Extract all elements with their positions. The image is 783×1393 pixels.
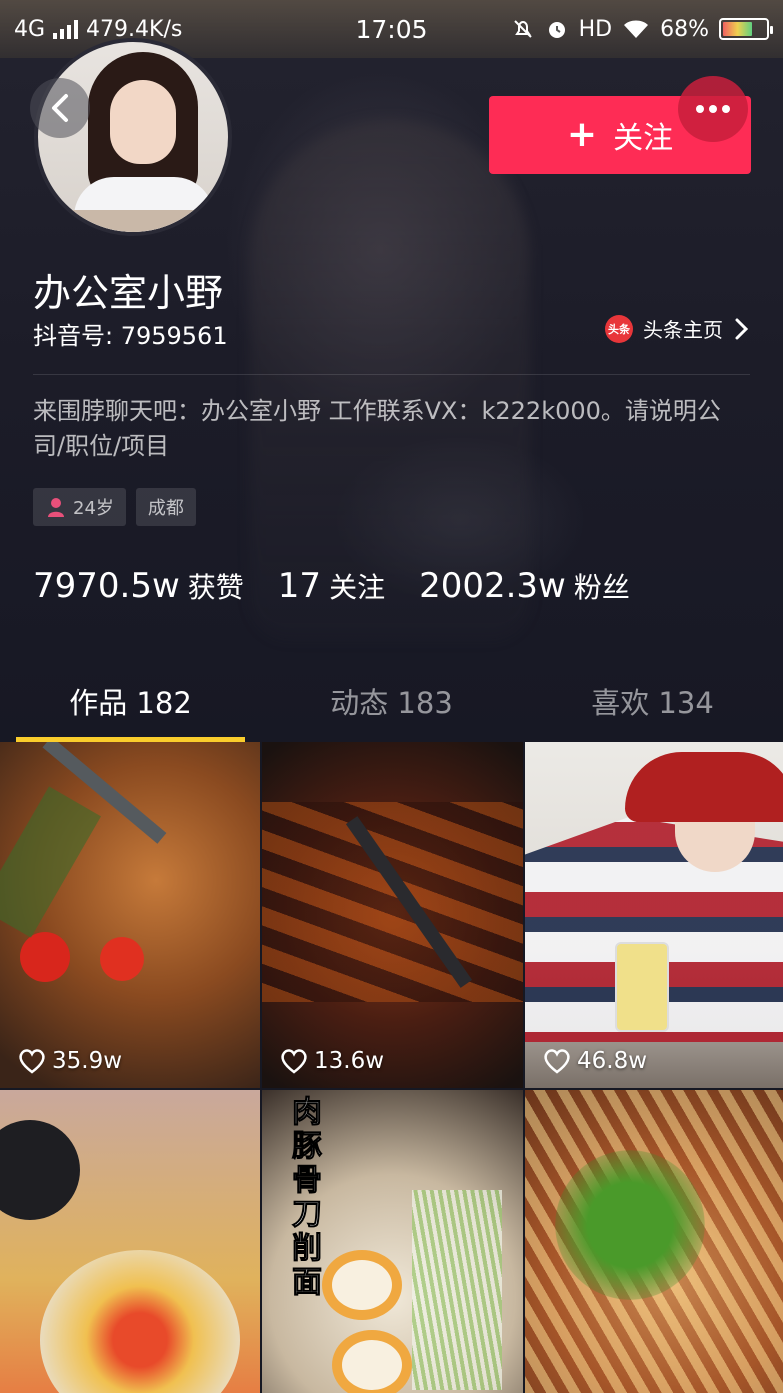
likes-count: 35.9w: [52, 1048, 123, 1074]
follow-label: 关注: [613, 121, 674, 156]
tab-posts[interactable]: 动态 183: [261, 660, 522, 742]
video-thumbnail[interactable]: 肉豚骨刀削面: [262, 1090, 523, 1393]
likes-count: 46.8w: [577, 1048, 648, 1074]
stat-followers[interactable]: 2002.3w 粉丝: [419, 566, 630, 606]
background-photo: [250, 120, 530, 640]
more-dot: [709, 105, 717, 113]
age-label: 24岁: [73, 498, 114, 519]
likes-count: 13.6w: [314, 1048, 385, 1074]
profile-stats: 7970.5w 获赞 17 关注 2002.3w 粉丝: [33, 566, 630, 606]
heart-icon: [544, 1049, 570, 1074]
toutiao-logo-icon: 头条: [605, 314, 633, 343]
profile-tags: 24岁 成都: [33, 488, 196, 526]
wifi-icon: [624, 20, 649, 38]
toutiao-label: 头条主页: [643, 318, 723, 342]
status-right: HD 68%: [511, 16, 773, 42]
divider: [33, 374, 750, 375]
network-type: 4G: [14, 16, 46, 42]
city-label: 成都: [147, 498, 184, 519]
status-left: 4G 479.4K/s: [14, 17, 182, 42]
back-button[interactable]: [30, 78, 90, 138]
stat-number: 2002.3w: [419, 566, 566, 606]
toutiao-link[interactable]: 头条 头条主页: [605, 314, 749, 343]
age-tag: 24岁: [33, 488, 126, 526]
video-likes: 46.8w: [543, 1048, 647, 1074]
stat-number: 7970.5w: [33, 566, 180, 606]
stat-following[interactable]: 17 关注: [278, 566, 385, 606]
tab-works[interactable]: 作品 182: [0, 660, 261, 742]
profile-bio: 来围脖聊天吧：办公室小野 工作联系VX：k222k000。请说明公司/职位/项目: [33, 397, 721, 460]
video-thumbnail[interactable]: [525, 1090, 783, 1393]
video-grid: 35.9w 13.6w 46.8w 肉豚骨刀削面: [0, 742, 783, 1393]
more-dot: [696, 105, 704, 113]
battery-level: [723, 22, 752, 36]
video-thumbnail[interactable]: [0, 1090, 260, 1393]
battery-percent: 68%: [660, 16, 709, 42]
profile-name: 办公室小野: [33, 271, 224, 315]
tab-likes[interactable]: 喜欢 134: [522, 660, 783, 742]
hd-indicator: HD: [578, 16, 613, 42]
stat-likes: 7970.5w 获赞: [33, 566, 244, 606]
video-likes: 13.6w: [280, 1048, 384, 1074]
video-thumbnail[interactable]: 35.9w: [0, 742, 260, 1088]
video-likes: 35.9w: [18, 1048, 122, 1074]
video-overlay-text: 肉豚骨刀削面: [292, 1095, 323, 1300]
city-tag: 成都: [135, 488, 196, 526]
stat-number: 17: [277, 566, 322, 606]
more-button[interactable]: [678, 76, 748, 142]
chevron-left-icon: [52, 94, 68, 122]
female-icon: [48, 498, 64, 517]
video-thumbnail[interactable]: 13.6w: [262, 742, 523, 1088]
heart-icon: [19, 1049, 45, 1074]
stat-label: 粉丝: [573, 571, 630, 604]
battery-icon: [719, 18, 773, 40]
plus-icon: +: [566, 114, 598, 155]
mute-bell-icon: [513, 20, 532, 38]
stat-label: 获赞: [187, 571, 244, 604]
stat-label: 关注: [329, 571, 386, 604]
heart-icon: [281, 1049, 307, 1074]
more-dot: [722, 105, 730, 113]
alarm-icon: [548, 22, 565, 38]
chevron-right-icon: [735, 318, 749, 339]
signal-icon: [53, 19, 79, 39]
douyin-id: 抖音号: 7959561: [33, 322, 228, 350]
profile-tabs: 作品 182 动态 183 喜欢 134: [0, 660, 783, 742]
video-thumbnail[interactable]: 46.8w: [525, 742, 783, 1088]
